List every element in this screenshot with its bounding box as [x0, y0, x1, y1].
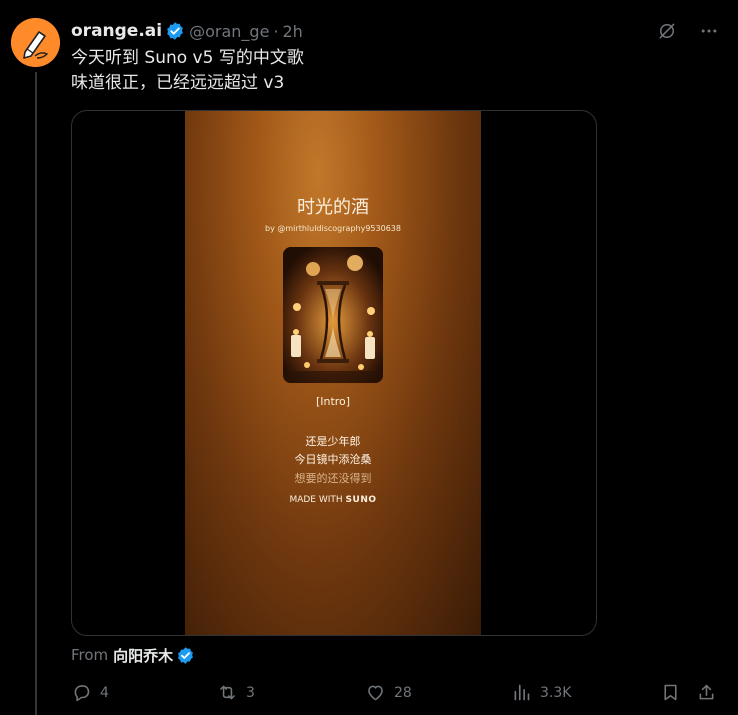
video-source-attribution: From 向阳乔木 [71, 644, 195, 666]
made-with-prefix: MADE WITH [289, 495, 343, 505]
cover-art-hourglass [283, 247, 383, 383]
bookmark-icon [664, 684, 677, 701]
views-icon [514, 684, 530, 701]
more-icon[interactable] [698, 20, 720, 42]
author-display-name[interactable]: orange.ai [71, 21, 162, 41]
timestamp[interactable]: 2h [283, 22, 303, 41]
views-count: 3.3K [540, 684, 572, 701]
like-button[interactable]: 28 [365, 682, 412, 703]
tweet[interactable]: orange.ai @oran_ge · 2h 今天听到 Suno v5 写的中… [0, 0, 738, 715]
lyric-line: 今日镜中添沧桑 [294, 453, 372, 466]
song-title: 时光的酒 [297, 197, 369, 218]
tweet-header: orange.ai @oran_ge · 2h [71, 20, 303, 42]
verified-badge-icon[interactable] [176, 646, 195, 665]
lyric-section-label: [Intro] [315, 395, 351, 408]
lyric-line: 还是少年郎 [305, 435, 361, 448]
heart-icon [368, 685, 383, 701]
reply-count: 4 [100, 684, 109, 701]
made-with-suno-watermark: MADE WITH SUNO [185, 495, 481, 505]
media-video[interactable]: 时光的酒 by @mirthluldiscography9530638 [Int… [71, 110, 597, 636]
share-button[interactable] [696, 682, 717, 703]
views-button[interactable]: 3.3K [511, 682, 571, 703]
share-icon [699, 684, 714, 700]
author-handle[interactable]: @oran_ge [189, 22, 269, 41]
avatar-pen-icon [11, 18, 60, 67]
separator-dot: · [273, 21, 279, 41]
repost-button[interactable]: 3 [217, 682, 255, 703]
bookmark-button[interactable] [660, 682, 681, 703]
grok-icon[interactable] [656, 20, 678, 42]
repost-count: 3 [246, 684, 255, 701]
song-poster: 时光的酒 by @mirthluldiscography9530638 [Int… [185, 111, 481, 635]
suno-brand: SUNO [345, 495, 377, 505]
reply-button[interactable]: 4 [71, 682, 109, 703]
tweet-text-line-2: 味道很正，已经远远超过 v3 [71, 73, 285, 93]
tweet-text-line-1: 今天听到 Suno v5 写的中文歌 [71, 48, 304, 68]
song-byline: by @mirthluldiscography9530638 [265, 224, 401, 233]
tweet-top-actions [656, 20, 720, 42]
from-label: From [71, 646, 109, 664]
repost-icon [220, 685, 235, 700]
source-author-name[interactable]: 向阳乔木 [113, 645, 173, 666]
tweet-actions: 4 3 28 3.3K [71, 682, 721, 706]
thread-line [35, 72, 37, 715]
verified-badge-icon[interactable] [165, 21, 185, 41]
avatar[interactable] [11, 18, 60, 67]
tweet-text: 今天听到 Suno v5 写的中文歌 味道很正，已经远远超过 v3 [71, 46, 304, 96]
lyric-line: 想要的还没得到 [294, 472, 372, 485]
reply-icon [74, 685, 90, 702]
like-count: 28 [394, 684, 412, 701]
